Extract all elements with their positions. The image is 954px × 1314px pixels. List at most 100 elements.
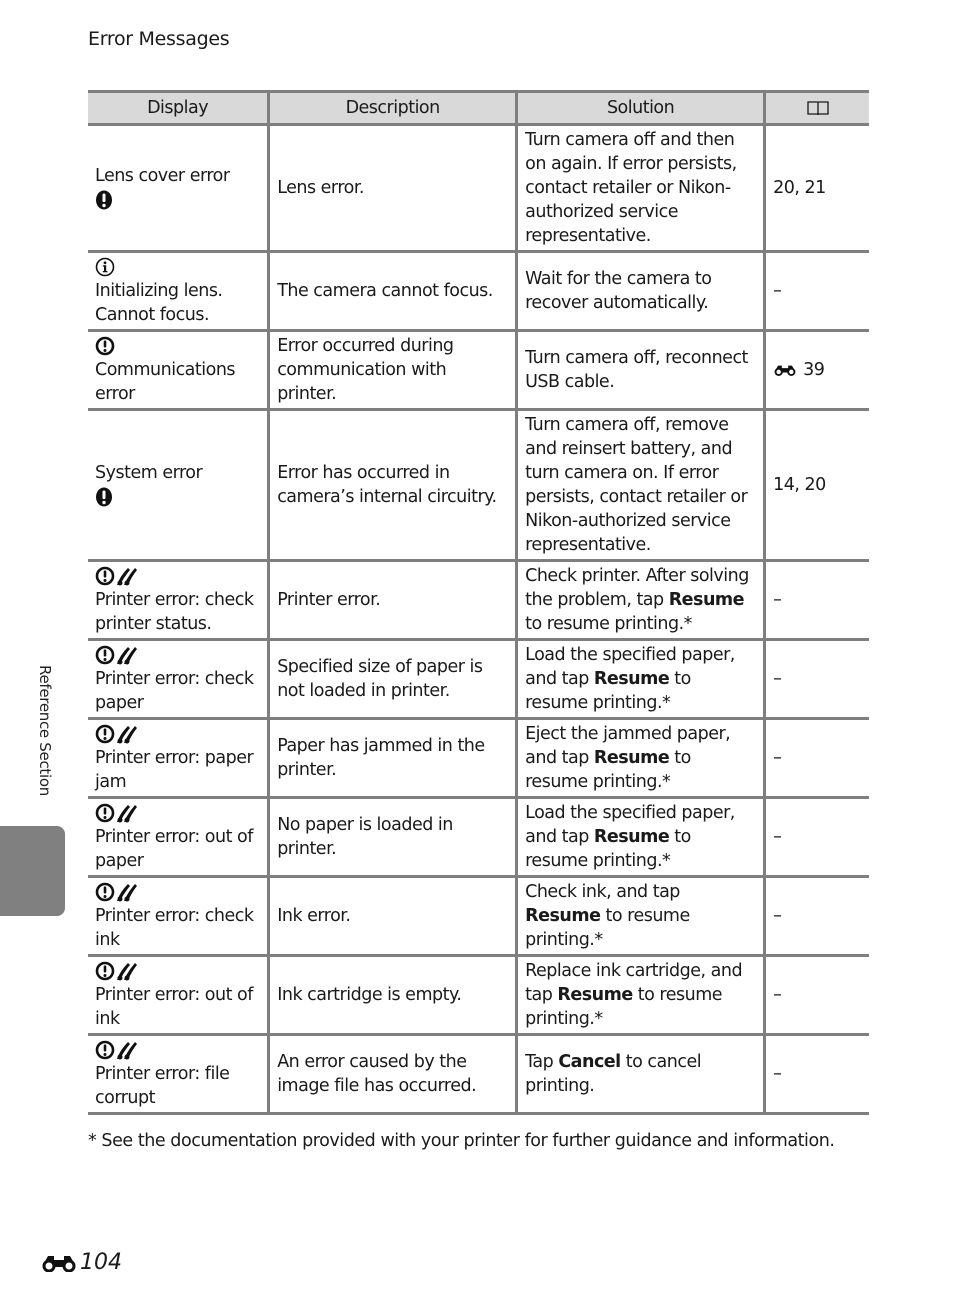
solution-cell: Load the specified paper, and tap Resume… [515,639,765,720]
table-row: Printer error: check printer status. Prin… [88,560,869,641]
description-cell: Paper has jammed in the printer. [267,718,517,799]
table-row: Printer error: check paper Specified size… [88,639,869,720]
exclamation-circle-icon [95,336,260,356]
solution-text: Wait for the camera to recover automatic… [525,269,712,313]
page-number-value: 104 [80,1250,122,1275]
description-cell: Printer error. [267,560,517,641]
solution-cell: Turn camera off, reconnect USB cable. [515,330,765,411]
printer-error-icon [95,803,260,823]
solution-cell: Eject the jammed paper, and tap Resume t… [515,718,765,799]
button-name: Resume [593,669,670,689]
reference-pages: 20, 21 [773,178,826,198]
reference-cell: 20, 21 [763,124,869,253]
display-text: System error [95,463,203,483]
button-name: Resume [593,827,670,847]
display-cell: Lens cover error [88,124,269,253]
display-text: Printer error: check printer status. [95,590,254,634]
solution-cell: Replace ink cartridge, and tap Resume to… [515,955,765,1036]
reference-pages: – [773,827,782,847]
reference-pages: – [773,748,782,768]
info-circle-icon [95,257,260,277]
printer-error-icon [95,882,260,902]
solution-text: Turn camera off and then on again. If er… [525,130,737,246]
reference-pages: 14, 20 [773,475,826,495]
description-cell: An error caused by the image file has oc… [267,1034,517,1115]
page-number: 104 [40,1250,122,1275]
display-text: Communications error [95,360,236,404]
binoculars-icon [773,360,803,380]
reference-pages: – [773,906,782,926]
section-tab [0,826,65,916]
table-row: Printer error: out of paper No paper is l… [88,797,869,878]
button-name: Resume [525,906,601,926]
display-cell: Printer error: check printer status. [88,560,269,641]
button-name: Resume [557,985,633,1005]
button-name: Cancel [558,1052,621,1072]
book-icon [806,101,829,116]
solution-cell: Tap Cancel to cancel printing. [515,1034,765,1115]
button-name: Resume [668,590,745,610]
display-cell: Printer error: paper jam [88,718,269,799]
exclamation-solid-icon [95,190,260,210]
description-cell: Ink error. [267,876,517,957]
display-cell: Printer error: out of paper [88,797,269,878]
printer-error-icon [95,961,260,981]
description-cell: The camera cannot focus. [267,251,517,332]
column-header-solution: Solution [515,90,765,126]
reference-cell: – [763,1034,869,1115]
table-row: Initializing lens. Cannot focus. The came… [88,251,869,332]
table-row: System error Error has occurred in camera… [88,409,869,562]
solution-text: Turn camera off, reconnect USB cable. [525,348,748,392]
solution-cell: Turn camera off, remove and reinsert bat… [515,409,765,562]
description-cell: Error has occurred in camera’s internal … [267,409,517,562]
table-row: Printer error: check ink Ink error. Check … [88,876,869,957]
reference-cell: 14, 20 [763,409,869,562]
display-text: Printer error: out of paper [95,827,253,871]
exclamation-solid-icon [95,487,260,507]
display-cell: System error [88,409,269,562]
reference-cell: – [763,876,869,957]
solution-cell: Wait for the camera to recover automatic… [515,251,765,332]
description-cell: Ink cartridge is empty. [267,955,517,1036]
display-cell: Printer error: check paper [88,639,269,720]
display-text: Printer error: check paper [95,669,254,713]
column-header-reference [763,90,869,126]
reference-cell: – [763,797,869,878]
table-row: Printer error: file corrupt An error caus… [88,1034,869,1115]
solution-text: Turn camera off, remove and reinsert bat… [525,415,748,555]
display-cell: Printer error: file corrupt [88,1034,269,1115]
description-cell: Error occurred during communication with… [267,330,517,411]
reference-pages: – [773,985,782,1005]
reference-pages: – [773,590,782,610]
table-row: Communications error Error occurred durin… [88,330,869,411]
solution-text: to resume printing.* [525,614,692,634]
reference-cell: – [763,560,869,641]
printer-error-icon [95,724,260,744]
reference-cell: – [763,639,869,720]
binoculars-icon [42,1255,76,1272]
reference-pages: – [773,281,782,301]
display-text: Printer error: file corrupt [95,1064,230,1108]
display-text: Initializing lens. Cannot focus. [95,281,223,325]
printer-error-icon [95,645,260,665]
description-cell: Specified size of paper is not loaded in… [267,639,517,720]
reference-cell: – [763,718,869,799]
reference-pages: 39 [803,360,825,380]
page-title: Error Messages [88,28,230,50]
column-header-display: Display [88,90,269,126]
table-row: Lens cover error Lens error. Turn camera o… [88,124,869,253]
description-cell: Lens error. [267,124,517,253]
display-text: Printer error: check ink [95,906,254,950]
table-row: Printer error: paper jam Paper has jammed… [88,718,869,799]
solution-text: Tap [525,1052,559,1072]
section-label: Reference Section [36,665,54,796]
display-text: Lens cover error [95,166,230,186]
solution-cell: Load the specified paper, and tap Resume… [515,797,765,878]
display-cell: Initializing lens. Cannot focus. [88,251,269,332]
printer-error-icon [95,1040,260,1060]
table-header-row: Display Description Solution [88,90,869,126]
display-text: Printer error: paper jam [95,748,254,792]
display-text: Printer error: out of ink [95,985,253,1029]
reference-pages: – [773,1064,782,1084]
column-header-description: Description [267,90,517,126]
